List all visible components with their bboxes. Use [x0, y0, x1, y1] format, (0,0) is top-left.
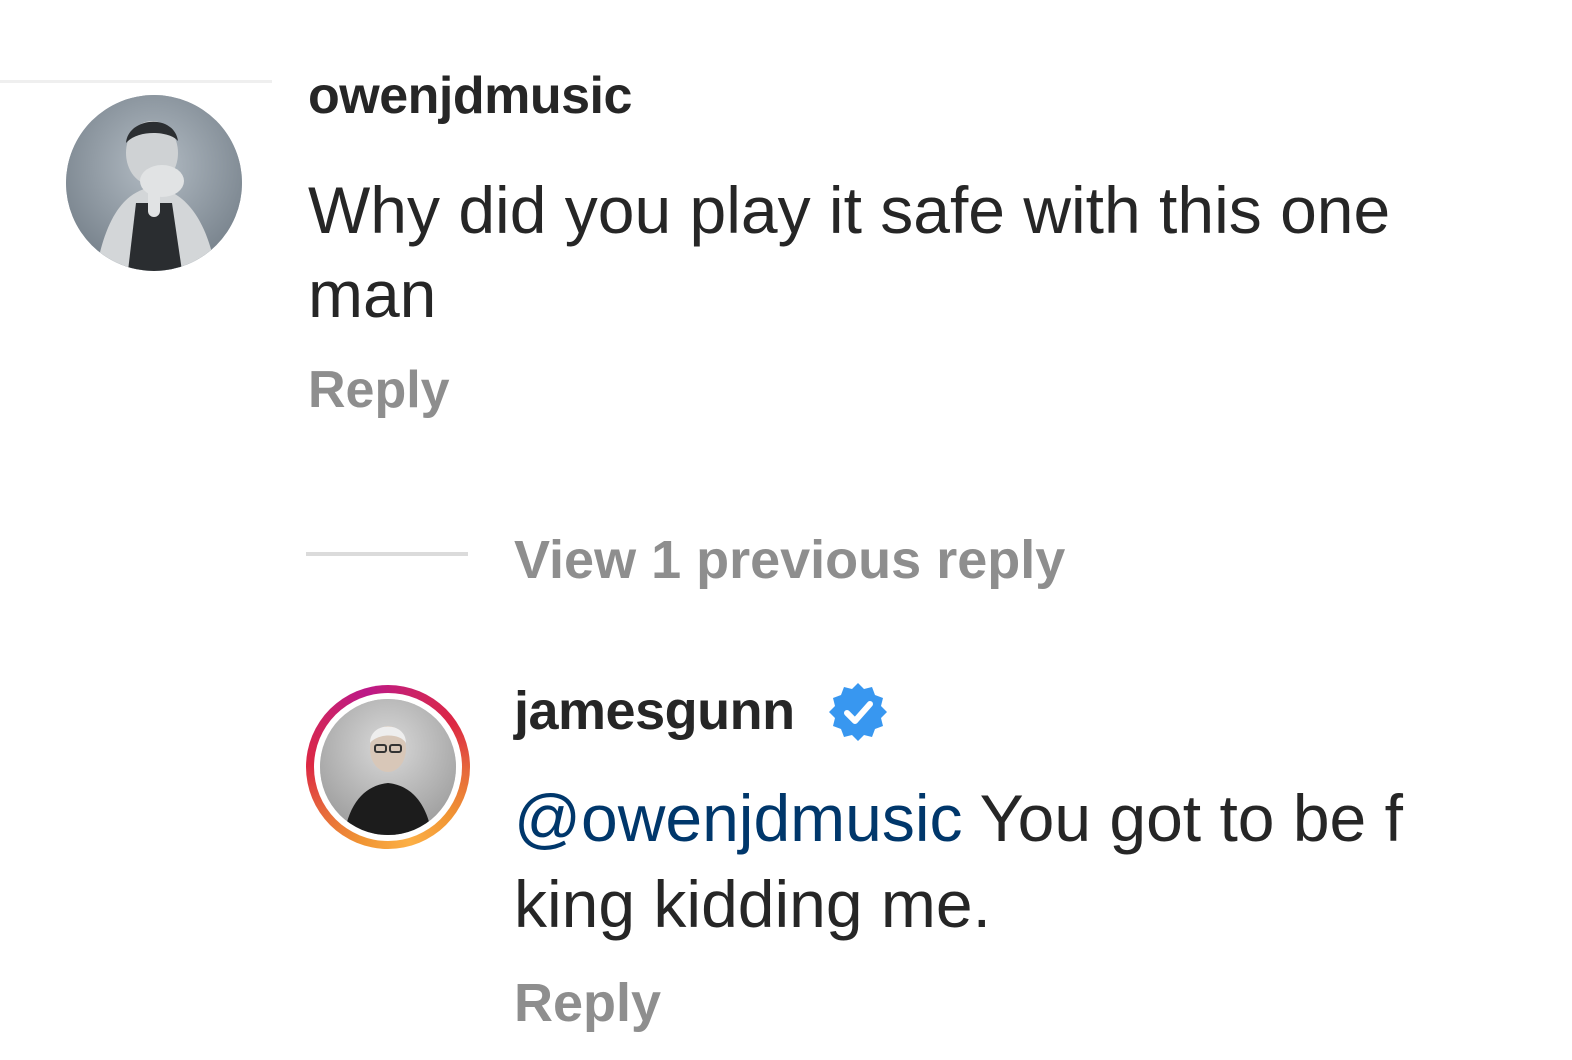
reply-text-part1: You got to be f — [962, 781, 1403, 855]
reply-text-part2: king kidding me. — [514, 867, 991, 941]
comment-username[interactable]: owenjdmusic — [308, 66, 632, 126]
owenjdmusic-avatar[interactable] — [66, 95, 242, 271]
user-photo-icon — [320, 699, 456, 835]
comment-text: Why did you play it safe with this one m… — [308, 173, 1391, 331]
jamesgunn-avatar[interactable] — [306, 685, 470, 849]
reply-text: @owenjdmusic You got to be f king kidding… — [514, 775, 1514, 947]
user-photo-icon — [66, 95, 242, 271]
view-previous-replies-button[interactable]: View 1 previous reply — [514, 529, 1065, 591]
reply-button[interactable]: Reply — [514, 972, 661, 1034]
mention-link[interactable]: @owenjdmusic — [514, 781, 963, 855]
reply-button[interactable]: Reply — [308, 360, 450, 420]
replies-divider — [306, 552, 468, 556]
story-ring-gap — [314, 693, 462, 841]
verified-badge-icon — [829, 683, 887, 741]
jamesgunn-avatar-photo — [320, 699, 456, 835]
reply-username[interactable]: jamesgunn — [514, 680, 795, 742]
top-divider — [0, 80, 272, 83]
